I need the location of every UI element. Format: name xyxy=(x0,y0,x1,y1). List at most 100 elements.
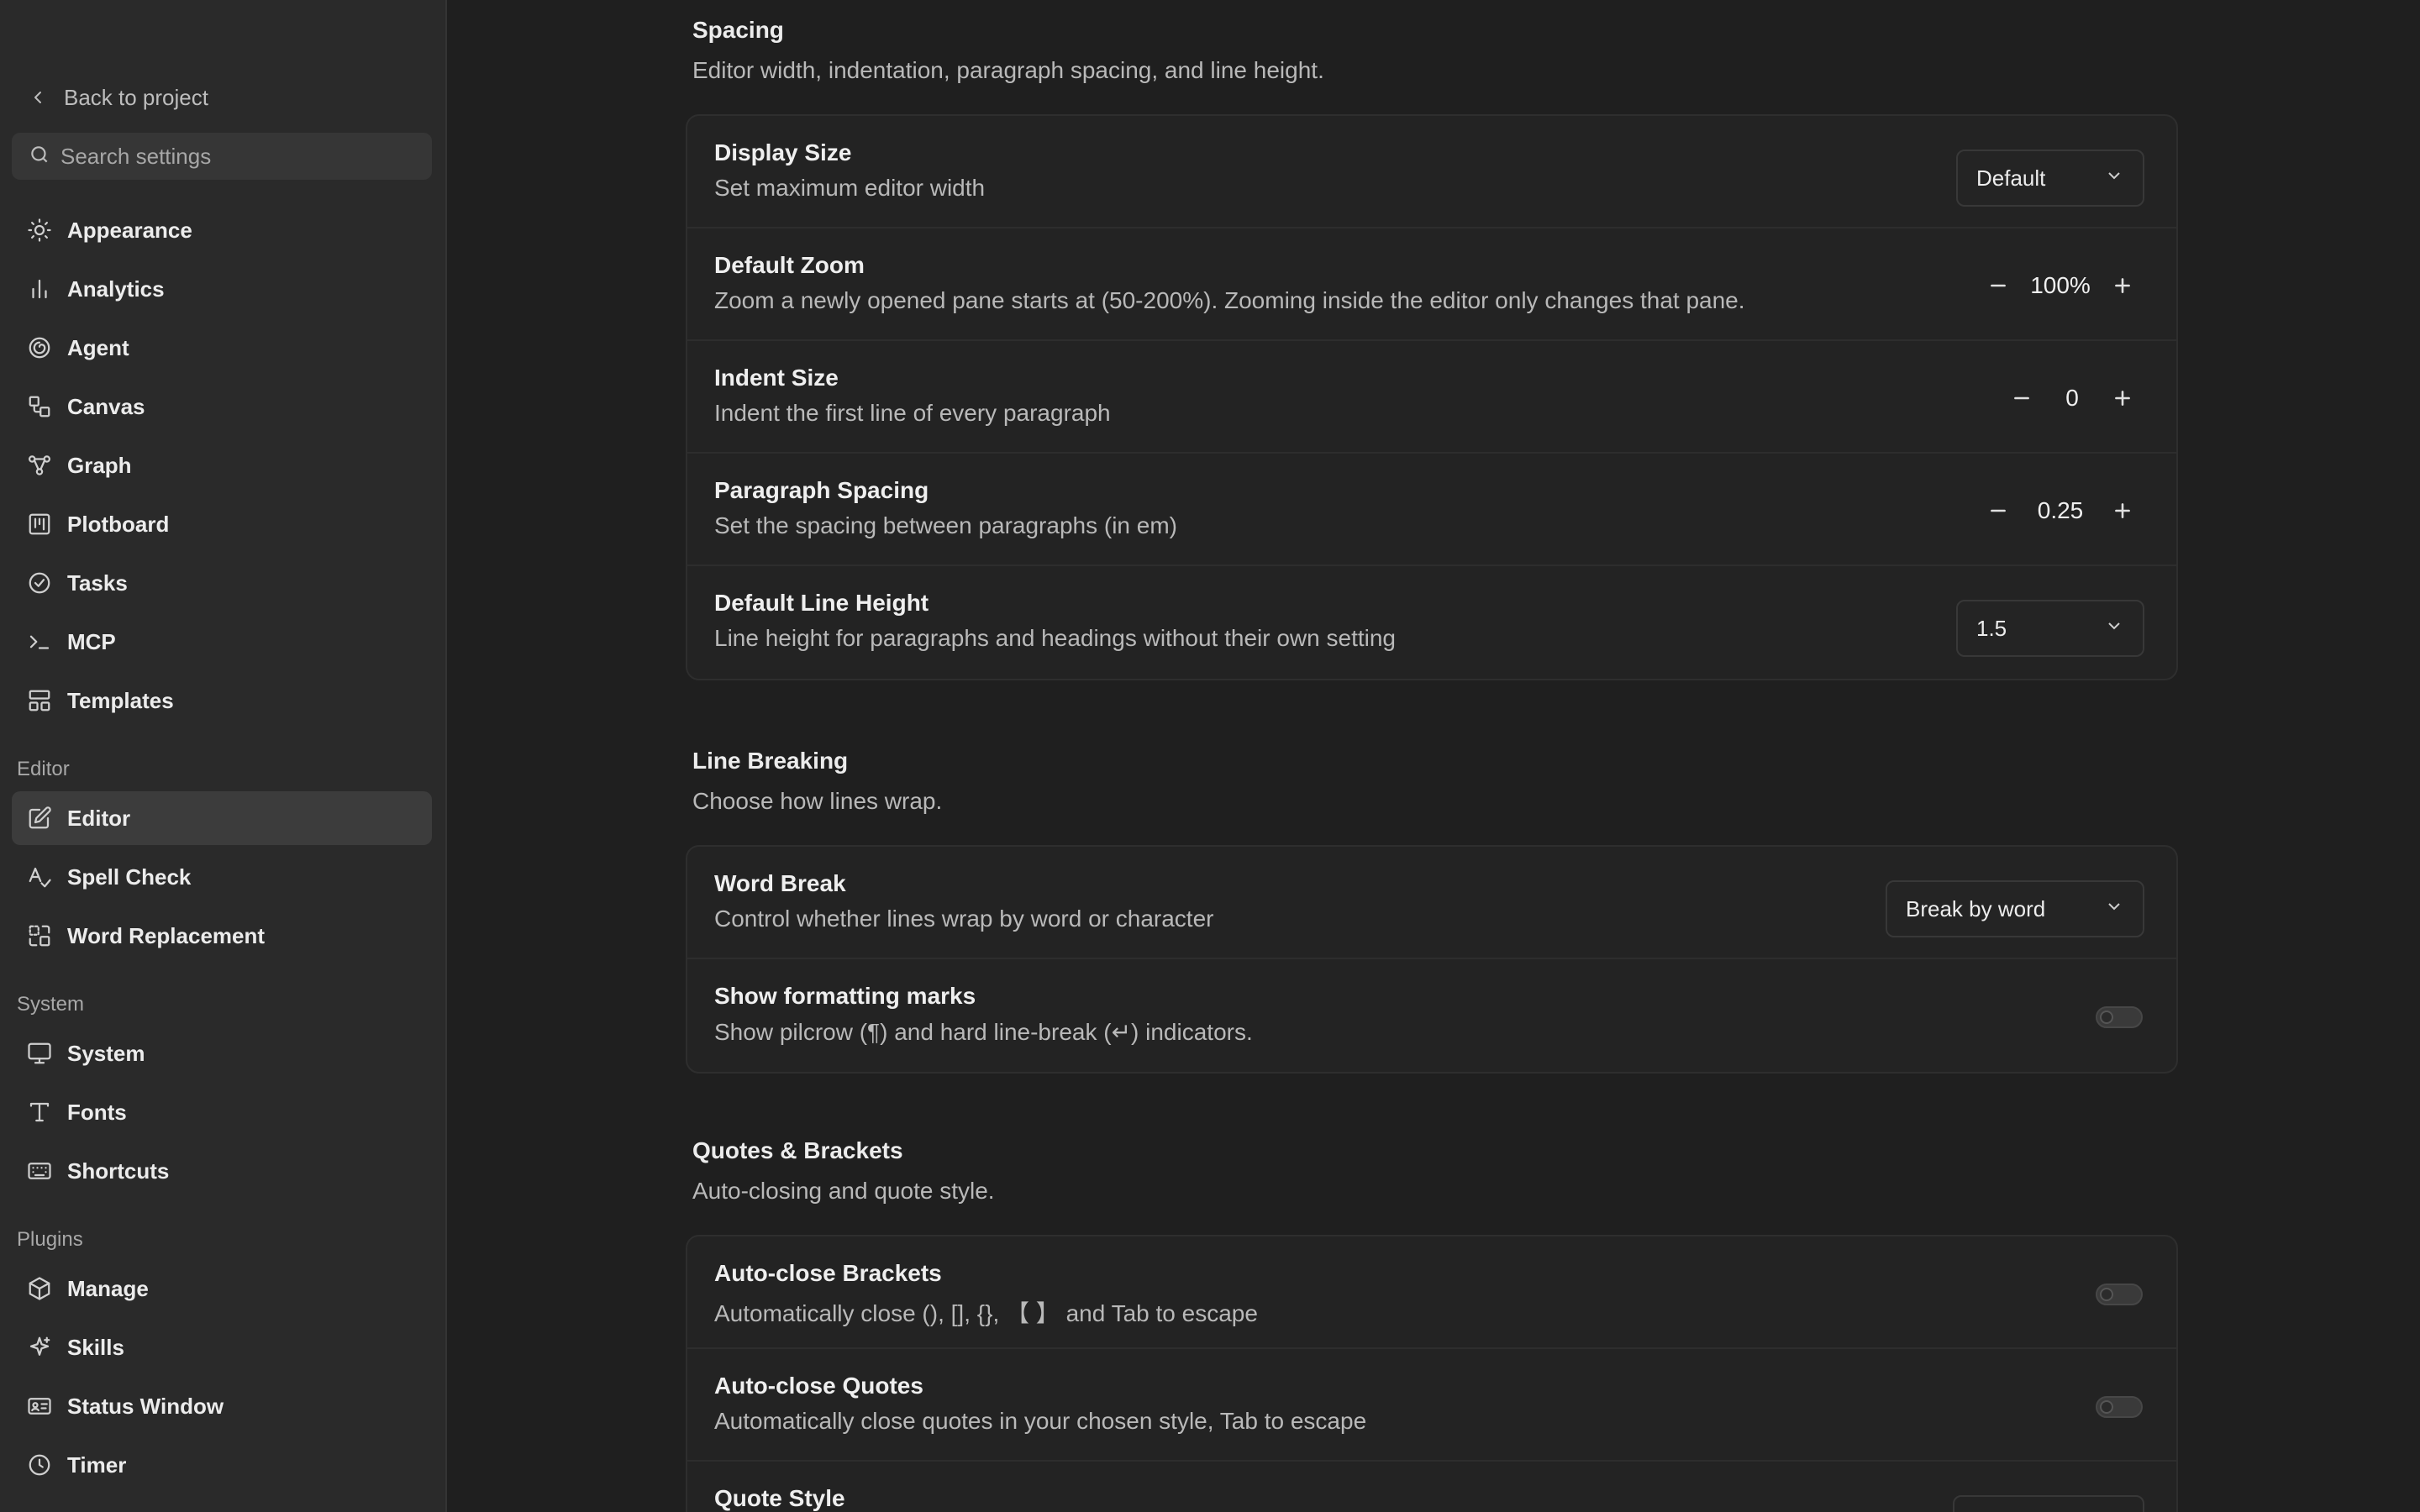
sidebar-item-skills[interactable]: Skills xyxy=(12,1320,432,1374)
section-desc-line-breaking: Choose how lines wrap. xyxy=(692,788,943,814)
plus-icon xyxy=(2115,278,2130,293)
group-label-system: System xyxy=(17,993,85,1016)
auto-brackets-toggle[interactable] xyxy=(2096,1284,2143,1305)
chevron-down-icon xyxy=(2104,896,2124,922)
back-to-project-link[interactable]: Back to project xyxy=(25,81,208,114)
sidebar-item-editor[interactable]: Editor xyxy=(12,791,432,845)
sidebar-item-timer[interactable]: Timer xyxy=(12,1438,432,1492)
sidebar-item-system[interactable]: System xyxy=(12,1026,432,1080)
setting-row-display-size: Display Size Set maximum editor width De… xyxy=(687,116,2176,228)
paragraph-spacing-stepper: 0.25 xyxy=(1978,491,2143,531)
sidebar-item-appearance[interactable]: Appearance xyxy=(12,203,432,257)
sidebar-item-plotboard[interactable]: Plotboard xyxy=(12,497,432,551)
search-settings-input[interactable] xyxy=(60,143,432,170)
layout-icon xyxy=(27,688,52,713)
chevron-down-icon xyxy=(2104,616,2124,642)
chevron-left-icon xyxy=(25,85,50,110)
word-break-dropdown[interactable]: Break by word xyxy=(1886,880,2144,937)
indent-size-stepper: 0 xyxy=(2002,378,2143,418)
display-size-dropdown[interactable]: Default xyxy=(1956,150,2144,207)
section-title-quotes: Quotes & Brackets xyxy=(692,1137,903,1163)
sidebar-item-canvas[interactable]: Canvas xyxy=(12,380,432,433)
setting-row-auto-brackets: Auto-close Brackets Automatically close … xyxy=(687,1236,2176,1349)
sidebar-item-graph[interactable]: Graph xyxy=(12,438,432,492)
decrement-button[interactable] xyxy=(1978,265,2018,306)
sidebar-item-label: Timer xyxy=(67,1452,127,1478)
section-title-spacing: Spacing xyxy=(692,17,784,43)
sun-icon xyxy=(27,218,52,243)
sidebar-item-mcp[interactable]: MCP xyxy=(12,615,432,669)
formatting-marks-toggle[interactable] xyxy=(2096,1006,2143,1028)
sidebar-item-label: Shortcuts xyxy=(67,1158,170,1184)
check-circle-icon xyxy=(27,570,52,596)
setting-desc: Automatically close quotes in your chose… xyxy=(714,1408,1367,1434)
plus-icon xyxy=(2115,391,2130,406)
sidebar-item-templates[interactable]: Templates xyxy=(12,674,432,727)
sidebar-item-label: Editor xyxy=(67,805,131,831)
toggle-knob xyxy=(2100,1288,2113,1301)
sidebar-item-fonts[interactable]: Fonts xyxy=(12,1085,432,1139)
setting-desc: Zoom a newly opened pane starts at (50-2… xyxy=(714,287,1745,313)
replace-icon xyxy=(27,923,52,948)
setting-title: Auto-close Brackets xyxy=(714,1260,942,1286)
dropdown-value: Default xyxy=(1976,165,2046,191)
setting-row-formatting-marks: Show formatting marks Show pilcrow (¶) a… xyxy=(687,959,2176,1072)
section-title-line-breaking: Line Breaking xyxy=(692,748,849,774)
increment-button[interactable] xyxy=(2102,491,2143,531)
sidebar-item-label: MCP xyxy=(67,628,116,654)
search-settings[interactable] xyxy=(12,133,432,180)
minus-icon xyxy=(1991,284,2006,287)
setting-row-line-height: Default Line Height Line height for para… xyxy=(687,566,2176,679)
decrement-button[interactable] xyxy=(1978,491,2018,531)
spiral-icon xyxy=(27,335,52,360)
sidebar-item-tasks[interactable]: Tasks xyxy=(12,556,432,610)
setting-row-word-break: Word Break Control whether lines wrap by… xyxy=(687,847,2176,959)
increment-button[interactable] xyxy=(2102,378,2143,418)
id-card-icon xyxy=(27,1394,52,1419)
setting-row-auto-quotes: Auto-close Quotes Automatically close qu… xyxy=(687,1349,2176,1462)
clock-icon xyxy=(27,1452,52,1478)
setting-title: Default Zoom xyxy=(714,252,865,278)
sidebar-item-label: Plotboard xyxy=(67,511,170,537)
keyboard-icon xyxy=(27,1158,52,1184)
dropdown-value: Break by word xyxy=(1906,895,2046,921)
setting-row-indent-size: Indent Size Indent the first line of eve… xyxy=(687,341,2176,454)
sidebar-item-label: Graph xyxy=(67,452,132,478)
setting-title: Word Break xyxy=(714,870,846,896)
setting-title: Quote Style xyxy=(714,1485,845,1511)
stepper-value: 0.25 xyxy=(2037,497,2084,523)
sidebar-item-word-replacement[interactable]: Word Replacement xyxy=(12,909,432,963)
setting-desc: Set the spacing between paragraphs (in e… xyxy=(714,512,1177,538)
sidebar-item-analytics[interactable]: Analytics xyxy=(12,262,432,316)
increment-button[interactable] xyxy=(2102,265,2143,306)
line-height-dropdown[interactable]: 1.5 xyxy=(1956,600,2144,657)
sidebar-item-label: Templates xyxy=(67,687,174,713)
stepper-value: 100% xyxy=(2030,272,2091,298)
sidebar-item-label: Fonts xyxy=(67,1099,127,1125)
sidebar-item-shortcuts[interactable]: Shortcuts xyxy=(12,1144,432,1198)
graph-nodes-icon xyxy=(27,453,52,478)
settings-main: Spacing Editor width, indentation, parag… xyxy=(449,0,2420,1512)
line-breaking-card: Word Break Control whether lines wrap by… xyxy=(686,845,2178,1074)
setting-title: Auto-close Quotes xyxy=(714,1373,923,1399)
decrement-button[interactable] xyxy=(2002,378,2042,418)
chevron-down-icon xyxy=(2104,165,2124,192)
sidebar-item-manage[interactable]: Manage xyxy=(12,1262,432,1315)
setting-desc: Automatically close (), [], {}, 【 】 and … xyxy=(714,1300,1258,1326)
quote-style-dropdown[interactable] xyxy=(1953,1495,2144,1512)
sidebar-item-label: Manage xyxy=(67,1275,149,1301)
sidebar-item-label: Analytics xyxy=(67,276,165,302)
sidebar-item-spell-check[interactable]: Spell Check xyxy=(12,850,432,904)
setting-title: Indent Size xyxy=(714,365,839,391)
package-icon xyxy=(27,1276,52,1301)
setting-desc: Control whether lines wrap by word or ch… xyxy=(714,906,1214,932)
sidebar-item-status-window[interactable]: Status Window xyxy=(12,1379,432,1433)
terminal-icon xyxy=(27,629,52,654)
default-zoom-stepper: 100% xyxy=(1978,265,2143,306)
setting-row-quote-style: Quote Style xyxy=(687,1462,2176,1512)
sidebar-item-agent[interactable]: Agent xyxy=(12,321,432,375)
auto-quotes-toggle[interactable] xyxy=(2096,1396,2143,1418)
back-to-project-label: Back to project xyxy=(64,84,208,110)
sidebar-item-label: Agent xyxy=(67,334,129,360)
stepper-value: 0 xyxy=(2065,385,2079,411)
